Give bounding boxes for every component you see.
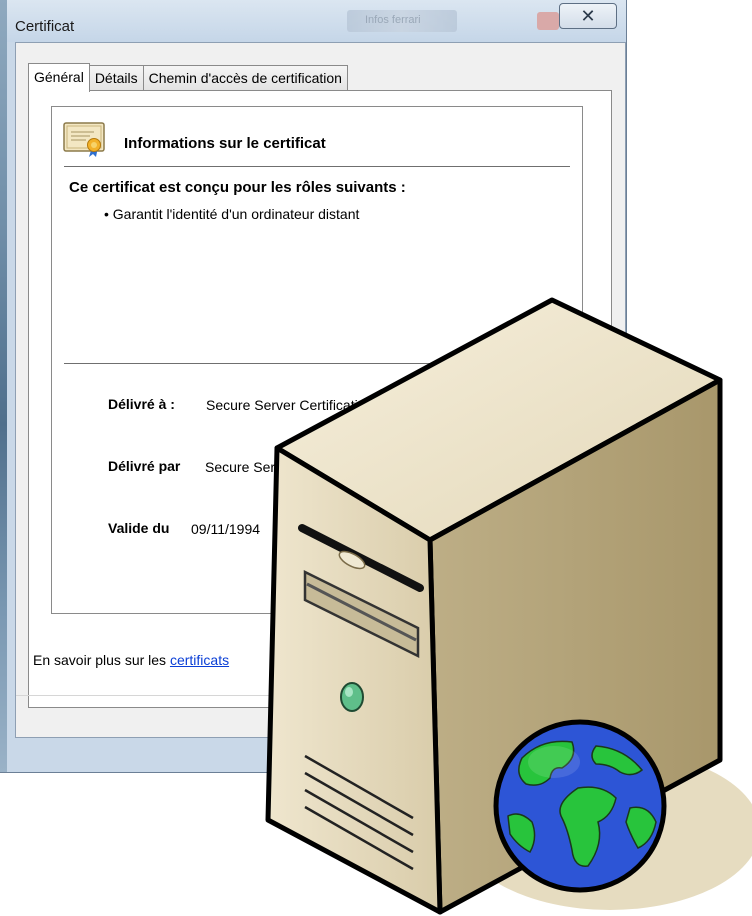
vent-line — [304, 805, 414, 871]
blurred-title-area: Infos ferrari — [347, 10, 457, 32]
dialog-client-area: Général Détails Chemin d'accès de certif… — [15, 42, 626, 738]
vent-line — [304, 788, 414, 854]
learn-more-text: En savoir plus sur les certificats — [33, 652, 229, 668]
learn-more-prefix: En savoir plus sur les — [33, 652, 170, 668]
tab-certification-path[interactable]: Chemin d'accès de certification — [143, 65, 348, 90]
footer-divider — [16, 695, 625, 696]
issued-by-label: Délivré par — [108, 458, 181, 474]
valid-from-value: 09/11/1994 — [191, 521, 261, 537]
general-tab-panel: Informations sur le certificat Ce certif… — [28, 90, 612, 708]
purpose-item: • Garantit l'identité d'un ordinateur di… — [104, 206, 360, 222]
tab-strip: Général Détails Chemin d'accès de certif… — [28, 63, 348, 92]
issued-by-value: Secure Ser — [205, 459, 276, 475]
close-button[interactable]: ✕ — [559, 3, 617, 29]
purpose-heading: Ce certificat est conçu pour les rôles s… — [69, 179, 406, 196]
certificate-info-title: Informations sur le certificat — [124, 135, 326, 152]
close-icon: ✕ — [580, 5, 596, 26]
certificate-dialog: Certificat Infos ferrari ✕ Général Détai… — [0, 0, 627, 773]
globe-icon — [493, 719, 667, 893]
title-bar[interactable]: Certificat Infos ferrari ✕ — [7, 0, 626, 42]
vent-line — [304, 771, 414, 837]
certificate-info-box: Informations sur le certificat Ce certif… — [51, 106, 583, 614]
certificates-link[interactable]: certificats — [170, 652, 229, 668]
tab-general[interactable]: Général — [28, 63, 90, 92]
blurred-title-text: Infos ferrari — [365, 14, 421, 26]
issued-to-label: Délivré à : — [108, 396, 175, 412]
certificate-icon — [63, 122, 105, 157]
issued-to-value: Secure Server Certificatio — [206, 397, 366, 413]
divider — [64, 363, 570, 364]
window-title: Certificat — [15, 18, 75, 35]
desktop-background-strip — [0, 0, 7, 772]
divider — [64, 166, 570, 167]
valid-from-label: Valide du — [108, 520, 170, 536]
window-button-partial[interactable] — [537, 12, 559, 30]
tab-details[interactable]: Détails — [89, 65, 144, 90]
